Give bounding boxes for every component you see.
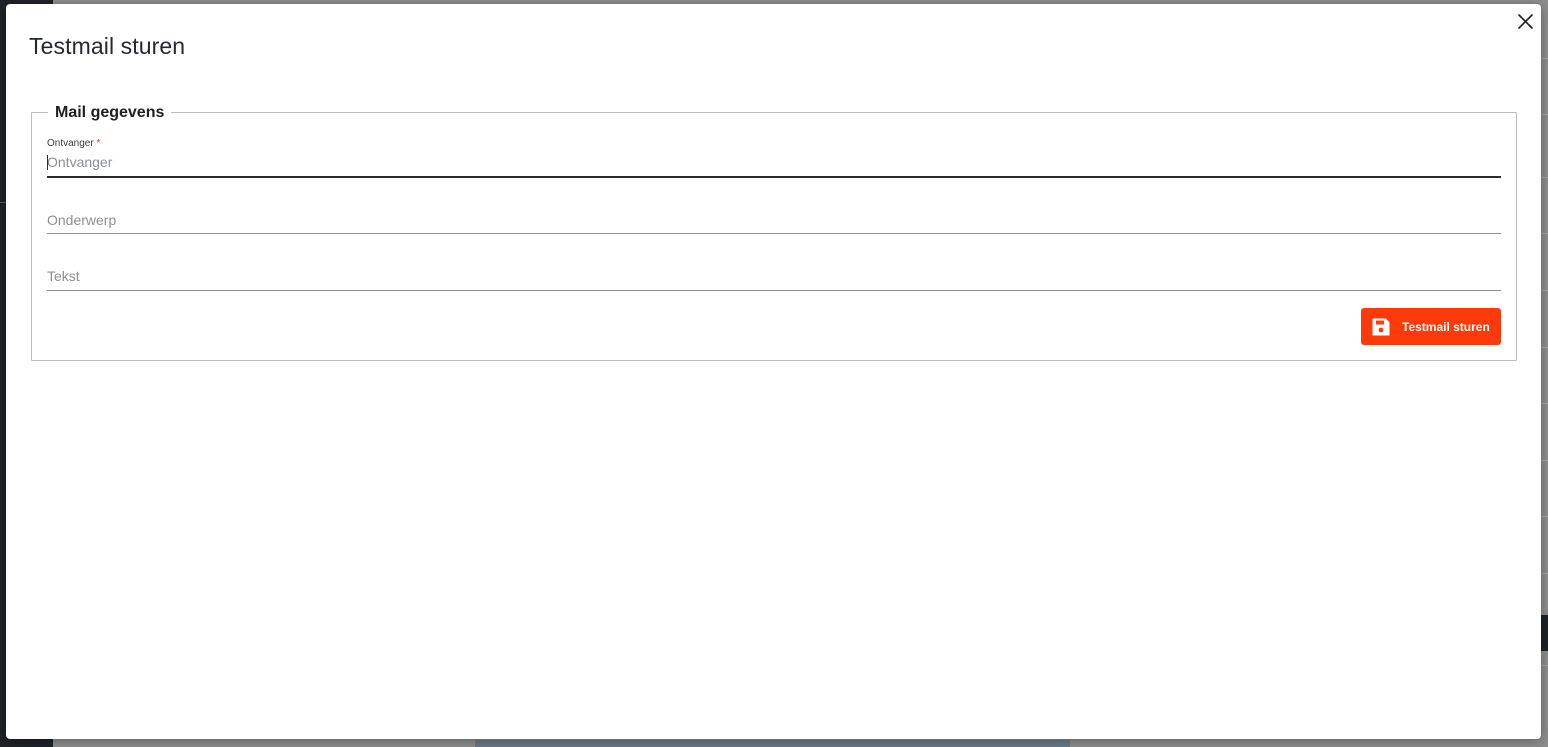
subject-field xyxy=(47,203,1501,235)
text-underline xyxy=(47,290,1501,291)
background-divider xyxy=(1541,403,1548,404)
recipient-input[interactable] xyxy=(47,151,1501,173)
send-testmail-button[interactable]: Testmail sturen xyxy=(1361,308,1501,345)
recipient-underline xyxy=(47,176,1501,178)
background-divider xyxy=(1541,58,1548,59)
background-divider xyxy=(1541,177,1548,178)
close-icon xyxy=(1517,13,1533,29)
recipient-field: Ontvanger * xyxy=(47,138,1501,183)
text-field xyxy=(47,259,1501,291)
subject-underline xyxy=(47,233,1501,234)
background-divider xyxy=(1541,665,1548,666)
text-caret xyxy=(47,155,48,170)
text-input[interactable] xyxy=(47,265,1501,287)
save-icon xyxy=(1371,317,1391,337)
background-divider xyxy=(1541,233,1548,234)
background-divider xyxy=(1541,460,1548,461)
required-mark: * xyxy=(96,138,101,149)
dialog-title: Testmail sturen xyxy=(29,33,186,59)
background-element xyxy=(1541,615,1548,651)
testmail-dialog: Testmail sturen Mail gegevens Ontvanger … xyxy=(6,4,1541,739)
background-divider xyxy=(1541,516,1548,517)
mail-details-fieldset: Mail gegevens Ontvanger * Ontvanger Onde… xyxy=(31,103,1517,361)
fieldset-legend: Mail gegevens xyxy=(48,103,172,123)
background-divider xyxy=(1541,290,1548,291)
background-divider xyxy=(1541,573,1548,574)
background-divider xyxy=(1541,347,1548,348)
close-button[interactable] xyxy=(1514,10,1536,32)
background-panel xyxy=(475,740,1070,747)
send-testmail-label: Testmail sturen xyxy=(1402,319,1490,334)
background-divider xyxy=(1541,114,1548,115)
recipient-label: Ontvanger * xyxy=(47,138,100,150)
recipient-label-text: Ontvanger xyxy=(47,138,94,149)
subject-input[interactable] xyxy=(47,209,1501,231)
